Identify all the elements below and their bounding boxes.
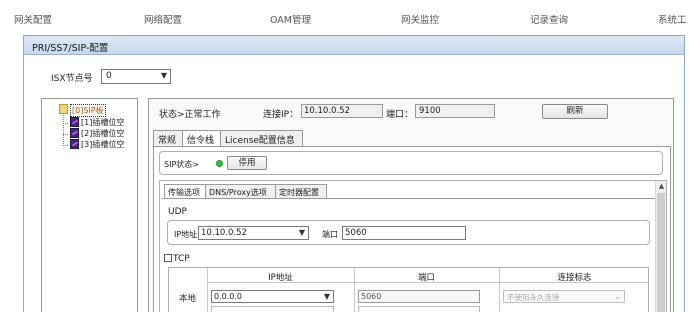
board-icon (59, 104, 68, 114)
vertical-scrollbar[interactable]: ▲ (655, 181, 666, 312)
board-tree: [0]SIP板 [1]插槽位空 [2]插槽位空 [3]插槽位空 (41, 98, 138, 312)
transport-options-body: UDP IP地址 10.10.0.52 ▼ 端口 5060 TCP IP地址 端… (162, 198, 655, 312)
sip-status-label: SIP状态> (164, 160, 199, 169)
nav-gateway-config[interactable]: 网关配置 (14, 12, 52, 26)
connect-ip-label: 连接IP： (263, 110, 299, 120)
local-port-input[interactable]: 5060 (358, 290, 480, 303)
udp-port-input[interactable]: 5060 (342, 226, 466, 240)
remote-port-input[interactable] (358, 306, 480, 312)
signaling-stack-tab-body: SIP状态> 停用 传输选项 DNS/Proxy选项 定时器配置 UDP IP地… (153, 146, 671, 312)
column-header-port: 端口 (417, 273, 435, 283)
tcp-table: IP地址 端口 连接标志 本地 0.0.0.0 ▼ 5060 不使用永久连接 ⌄ (168, 267, 649, 312)
tab-transport-options[interactable]: 传输选项 (164, 184, 206, 199)
udp-ip-select[interactable]: 10.10.0.52 ▼ (198, 226, 309, 240)
sip-status-box: SIP状态> 停用 (159, 151, 663, 175)
scroll-up-icon[interactable]: ▲ (657, 182, 666, 191)
column-header-ip: IP地址 (268, 273, 293, 283)
disable-button[interactable]: 停用 (227, 156, 267, 170)
empty-slot-icon (70, 117, 79, 127)
tree-connector (63, 123, 68, 124)
tab-general[interactable]: 常规 (153, 130, 183, 146)
chevron-down-icon: ▼ (160, 71, 167, 80)
empty-slot-icon (70, 139, 79, 149)
local-ip-value: 0.0.0.0 (214, 292, 242, 301)
chevron-down-icon: ▼ (298, 228, 305, 237)
tree-item-label: [3]插槽位空 (81, 140, 125, 149)
isx-node-select[interactable]: 0 ▼ (101, 69, 171, 84)
empty-slot-icon (70, 128, 79, 138)
tree-item-label: [0]SIP板 (70, 104, 106, 117)
port-field: 9100 (415, 104, 495, 118)
refresh-button[interactable]: 刷新 (542, 104, 608, 119)
tree-connector (63, 113, 64, 146)
nav-network-config[interactable]: 网络配置 (144, 12, 182, 26)
tab-signaling-stack[interactable]: 信令栈 (182, 130, 221, 147)
scrollbar-thumb[interactable] (657, 193, 665, 312)
tree-item-label: [2]插槽位空 (81, 129, 125, 138)
tree-connector (63, 134, 68, 135)
chevron-down-icon: ▼ (323, 292, 330, 301)
sip-settings-panel: 传输选项 DNS/Proxy选项 定时器配置 UDP IP地址 10.10.0.… (159, 180, 667, 312)
status-row: 状态>正常工作 连接IP： 10.10.0.52 端口： 9100 刷新 (149, 99, 673, 125)
tree-item-label: [1]插槽位空 (81, 118, 125, 127)
dialog-title: PRI/SS7/SIP-配置 (32, 43, 109, 54)
work-status: 状态>正常工作 (159, 110, 221, 120)
isx-node-label: ISX节点号 (51, 74, 93, 84)
local-ip-select[interactable]: 0.0.0.0 ▼ (211, 290, 334, 303)
local-row-label: 本地 (179, 294, 197, 304)
port-label: 端口： (386, 110, 414, 120)
udp-settings-box: IP地址 10.10.0.52 ▼ 端口 5060 (167, 220, 650, 245)
udp-port-label: 端口 (322, 230, 338, 239)
nav-system-tools[interactable]: 系统工 (658, 12, 687, 26)
nav-gateway-monitor[interactable]: 网关监控 (401, 12, 439, 26)
nav-record-query[interactable]: 记录查询 (530, 12, 568, 26)
top-navigation: 网关配置 网络配置 OAM管理 网关监控 记录查询 系统工 (0, 0, 689, 34)
tree-connector (63, 145, 68, 146)
local-connect-flag-value: 不使用永久连接 (507, 293, 560, 302)
udp-section-label: UDP (168, 207, 187, 217)
udp-ip-label: IP地址 (174, 230, 198, 239)
tab-license-config[interactable]: License配置信息 (220, 130, 303, 146)
tab-timer-config[interactable]: 定时器配置 (275, 184, 327, 198)
board-detail-panel: 状态>正常工作 连接IP： 10.10.0.52 端口： 9100 刷新 常规 … (148, 98, 674, 312)
remote-ip-select[interactable] (211, 306, 334, 312)
udp-ip-value: 10.10.0.52 (201, 228, 247, 238)
tab-dns-proxy-options[interactable]: DNS/Proxy选项 (205, 184, 276, 198)
isx-node-value: 0 (106, 71, 112, 81)
column-header-connect-flag: 连接标志 (557, 273, 592, 283)
tcp-checkbox[interactable] (164, 254, 172, 262)
chevron-down-icon: ⌄ (614, 292, 621, 301)
local-connect-flag-select[interactable]: 不使用永久连接 ⌄ (503, 290, 625, 303)
nav-oam-management[interactable]: OAM管理 (270, 12, 311, 26)
connect-ip-field: 10.10.0.52 (301, 104, 383, 118)
config-dialog: PRI/SS7/SIP-配置 ISX节点号 0 ▼ [0]SIP板 [1]插槽位… (23, 35, 685, 312)
dialog-titlebar: PRI/SS7/SIP-配置 (24, 36, 684, 55)
tcp-checkbox-row[interactable]: TCP (164, 254, 190, 264)
status-led-icon (216, 160, 223, 167)
tcp-label: TCP (173, 254, 190, 264)
